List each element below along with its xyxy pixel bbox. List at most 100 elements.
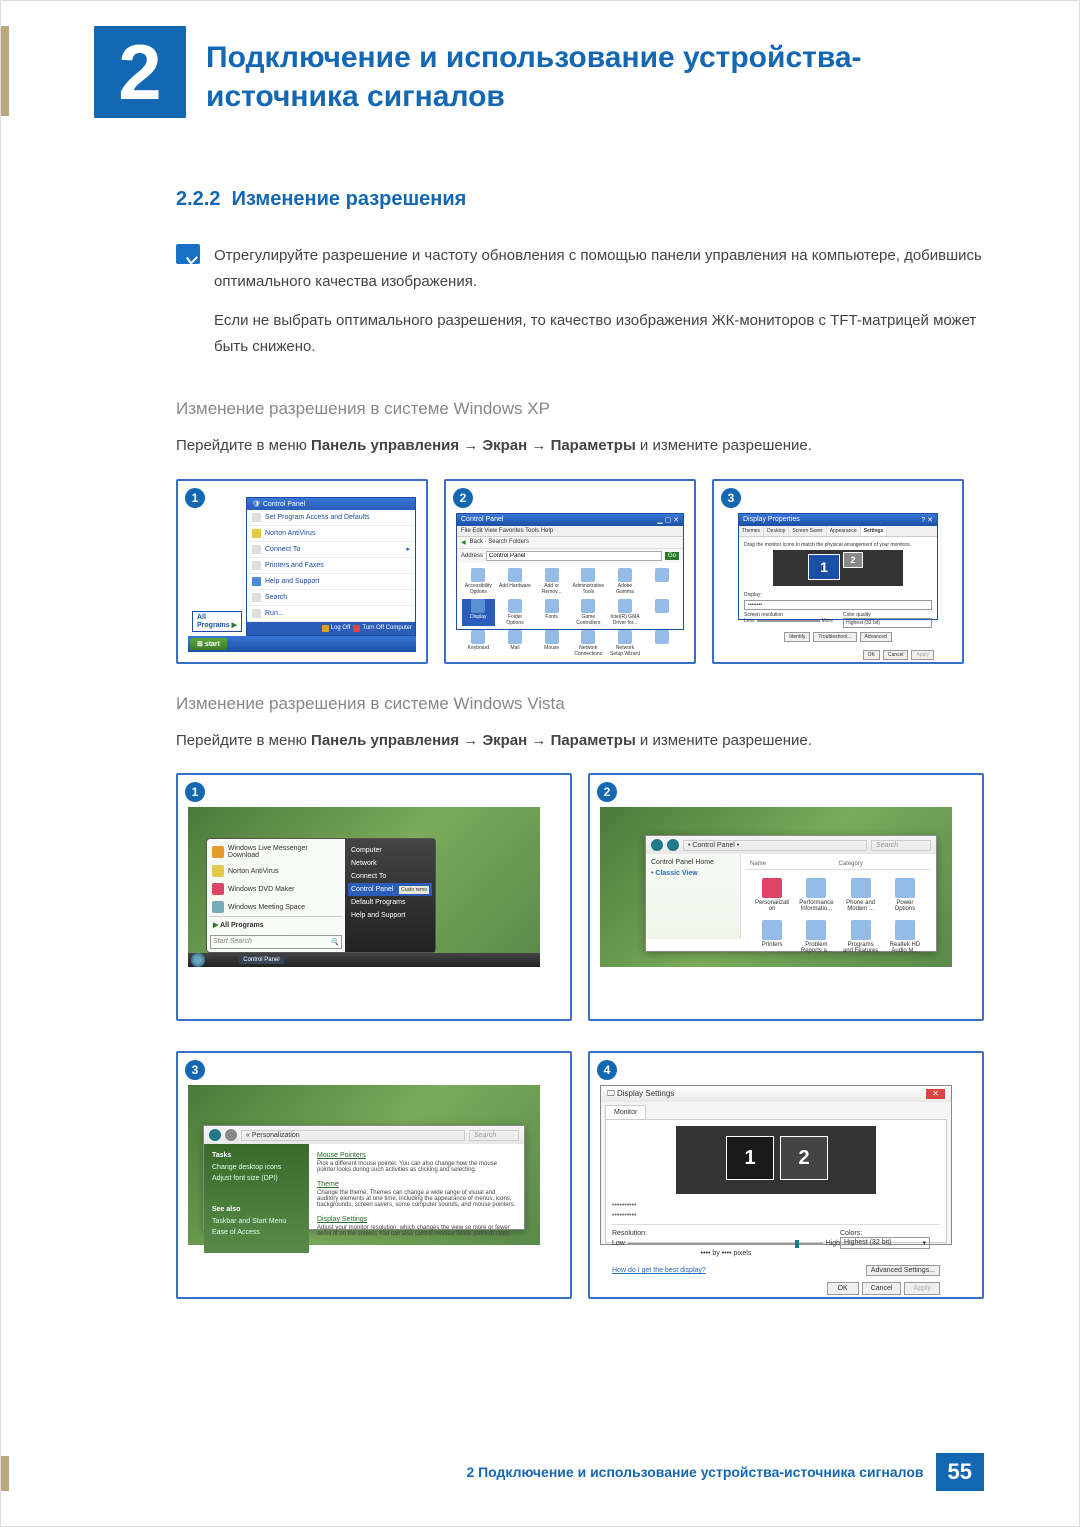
colors-select[interactable]: Highest (32 bit)▾ <box>840 1237 930 1249</box>
breadcrumb[interactable]: • Control Panel • <box>683 840 867 851</box>
color-quality-select[interactable]: Highest (32 bit) <box>843 618 932 628</box>
sidebar-item[interactable]: Control Panel Home <box>651 859 735 866</box>
tab-monitor[interactable]: Monitor <box>605 1105 646 1119</box>
task-link[interactable]: Ease of Access <box>212 1229 301 1236</box>
apply-button[interactable]: Apply <box>904 1282 940 1295</box>
cp-icon[interactable]: Programs and Features <box>843 920 879 954</box>
cp-icon[interactable]: Power Options <box>887 878 923 912</box>
window-controls[interactable]: ▁ ▢ ✕ <box>657 516 679 524</box>
ok-button[interactable]: OK <box>863 650 880 660</box>
cp-icon[interactable]: Game Controllers <box>572 599 605 626</box>
cp-icon[interactable]: Problem Reports a... <box>798 920 834 954</box>
task-link[interactable]: Adjust font size (DPI) <box>212 1175 301 1182</box>
cp-icon[interactable] <box>645 630 678 657</box>
control-panel-item[interactable]: Control PanelCusto remo <box>348 883 432 896</box>
menu-item[interactable]: Norton AntiVirus <box>247 526 415 542</box>
start-orb[interactable] <box>191 953 205 967</box>
right-menu-item[interactable]: Computer <box>351 844 429 857</box>
cp-icon[interactable]: Adobe Gamma <box>609 568 642 595</box>
resolution-slider[interactable]: Low High <box>612 1240 840 1247</box>
turn-off-button[interactable]: Turn Off Computer <box>353 625 412 632</box>
help-link[interactable]: How do I get the best display? <box>612 1267 706 1274</box>
cp-icon[interactable]: Network Setup Wizard <box>609 630 642 657</box>
menu-item[interactable]: Windows Meeting Space <box>210 898 342 916</box>
cp-icon[interactable]: Administrative Tools <box>572 568 605 595</box>
tab[interactable]: Appearance <box>827 526 861 536</box>
close-button[interactable]: ✕ <box>926 1089 945 1099</box>
display-select[interactable]: •••••••• <box>744 600 932 610</box>
cp-icon[interactable]: Folder Options <box>499 599 532 626</box>
tab[interactable]: Screen Saver <box>789 526 826 536</box>
menu-item[interactable]: Windows DVD Maker <box>210 880 342 898</box>
tab[interactable]: Themes <box>739 526 764 536</box>
monitor-1[interactable]: 1 <box>726 1136 774 1180</box>
task-link[interactable]: Taskbar and Start Menu <box>212 1218 301 1225</box>
menu-item[interactable]: Printers and Faxes <box>247 558 415 574</box>
address-input[interactable] <box>486 551 662 561</box>
all-programs-button[interactable]: All Programs <box>210 916 342 933</box>
cp-icon[interactable]: Keyboard <box>462 630 495 657</box>
apply-button[interactable]: Apply <box>911 650 934 660</box>
right-menu-item[interactable]: Connect To <box>351 870 429 883</box>
cancel-button[interactable]: Cancel <box>883 650 909 660</box>
task-link[interactable]: Change desktop icons <box>212 1164 301 1171</box>
tab[interactable]: Desktop <box>764 526 789 536</box>
search-input[interactable]: Search <box>469 1130 519 1141</box>
identify-button[interactable]: Identify <box>784 632 810 642</box>
all-programs-button[interactable]: All Programs <box>192 611 242 632</box>
sidebar-item[interactable]: • Classic View <box>651 870 735 877</box>
advanced-button[interactable]: Advanced <box>860 632 892 642</box>
display-icon[interactable]: Display <box>462 599 495 626</box>
menu-item[interactable]: Connect To ▸ <box>247 542 415 558</box>
menu-item[interactable]: Run... <box>247 606 415 622</box>
fwd-button[interactable] <box>667 839 679 851</box>
section-link[interactable]: Mouse Pointers <box>317 1152 516 1159</box>
cp-icon[interactable]: Phone and Modem ... <box>843 878 879 912</box>
menu-item[interactable]: Windows Live Messenger Download <box>210 842 342 862</box>
right-menu-item[interactable]: Network <box>351 857 429 870</box>
cp-icon[interactable]: Fonts <box>535 599 568 626</box>
advanced-settings-button[interactable]: Advanced Settings... <box>866 1265 940 1276</box>
cp-icon[interactable] <box>645 568 678 595</box>
section-link[interactable]: Theme <box>317 1181 516 1188</box>
menu-item[interactable]: Search <box>247 590 415 606</box>
cp-icon[interactable]: Mail <box>499 630 532 657</box>
cp-icon[interactable] <box>645 599 678 626</box>
monitor-1[interactable]: 1 <box>808 554 840 580</box>
display-settings-link[interactable]: Display Settings <box>317 1216 516 1223</box>
start-button[interactable]: start <box>190 638 227 650</box>
cp-icon[interactable]: Performance Informatio... <box>798 878 834 912</box>
right-menu-item[interactable]: Default Programs <box>351 896 429 909</box>
cp-icon[interactable]: Intel(R) GMA Driver for... <box>609 599 642 626</box>
menu-item[interactable]: Help and Support <box>247 574 415 590</box>
menu-item[interactable]: Norton AntiVirus <box>210 862 342 880</box>
cp-icon[interactable]: Mouse <box>535 630 568 657</box>
cp-icon[interactable]: Accessibility Options <box>462 568 495 595</box>
log-off-button[interactable]: Log Off <box>322 625 351 632</box>
search-input[interactable]: Search <box>871 840 931 851</box>
monitor-preview[interactable]: 1 2 <box>773 550 903 586</box>
fwd-button[interactable] <box>225 1129 237 1141</box>
cancel-button[interactable]: Cancel <box>862 1282 902 1295</box>
cp-icon[interactable]: Network Connections <box>572 630 605 657</box>
go-button[interactable]: Go <box>665 552 679 560</box>
search-input[interactable]: Start Search🔍 <box>210 935 342 949</box>
window-controls[interactable]: ? ✕ <box>921 516 933 524</box>
breadcrumb[interactable]: « Personalization <box>241 1130 465 1141</box>
ok-button[interactable]: OK <box>827 1282 859 1295</box>
monitor-2[interactable]: 2 <box>843 552 863 568</box>
back-button[interactable] <box>651 839 663 851</box>
menubar[interactable]: File Edit View Favorites Tools Help <box>457 526 683 537</box>
taskbar-button[interactable]: Control Panel <box>239 956 283 964</box>
tab-settings[interactable]: Settings <box>861 526 888 536</box>
cp-icon[interactable]: Add or Remov... <box>535 568 568 595</box>
cp-icon[interactable]: Personalizati on <box>754 878 790 912</box>
right-menu-item[interactable]: Help and Support <box>351 909 429 922</box>
troubleshoot-button[interactable]: Troubleshoot... <box>813 632 856 642</box>
monitor-2[interactable]: 2 <box>780 1136 828 1180</box>
monitor-preview[interactable]: 1 2 <box>676 1126 876 1194</box>
back-button[interactable] <box>209 1129 221 1141</box>
menu-item[interactable]: Set Program Access and Defaults <box>247 510 415 526</box>
cp-icon[interactable]: Printers <box>754 920 790 954</box>
cp-icon[interactable]: Realtek HD Audio M... <box>887 920 923 954</box>
